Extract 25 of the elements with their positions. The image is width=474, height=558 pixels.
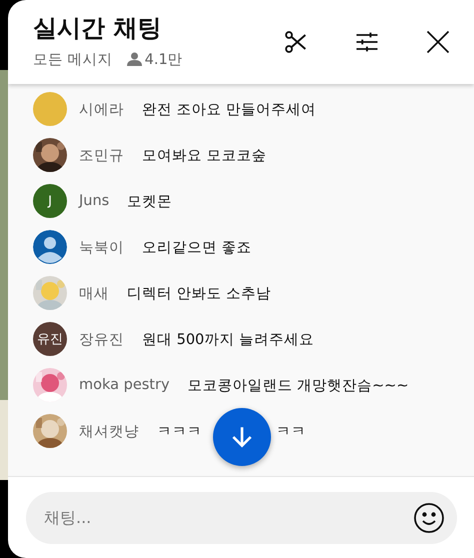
message-text: 원대 500까지 늘려주세요 xyxy=(142,330,314,348)
author-name: Juns xyxy=(79,193,110,209)
author-name: 눅북이 xyxy=(79,238,124,256)
person-icon xyxy=(126,52,142,66)
message-text: ㅋㅋ xyxy=(276,422,306,440)
chat-input[interactable]: 채팅... xyxy=(26,492,457,544)
avatar: J xyxy=(33,184,67,218)
message-text: 모켓몬 xyxy=(127,192,172,210)
message-text: 완전 조아요 만들어주세여 xyxy=(142,100,316,118)
author-name: 시에라 xyxy=(79,100,124,118)
author-name: 매새 xyxy=(79,284,109,302)
filter-label[interactable]: 모든 메시지 xyxy=(33,50,113,68)
chat-title: 실시간 채팅 xyxy=(33,12,162,44)
emoji-icon[interactable] xyxy=(413,502,445,534)
message-text: 오리같으면 좋죠 xyxy=(142,238,252,256)
author-name: 조민규 xyxy=(79,146,124,164)
author-name: 채셔캣냥 xyxy=(79,422,139,440)
author-name: 장유진 xyxy=(79,330,124,348)
message-text: 모여봐요 모코코숲 xyxy=(142,146,267,164)
message-text: ㅋㅋㅋ xyxy=(157,422,202,440)
author-name: moka pestry xyxy=(79,377,170,393)
message-text: 모코콩아일랜드 개망햇잔슴~~~ xyxy=(188,376,409,394)
message-text: 디렉터 안봐도 소추남 xyxy=(127,284,272,302)
viewer-count: 4.1만 xyxy=(144,50,183,68)
avatar: 유진 xyxy=(33,322,67,356)
